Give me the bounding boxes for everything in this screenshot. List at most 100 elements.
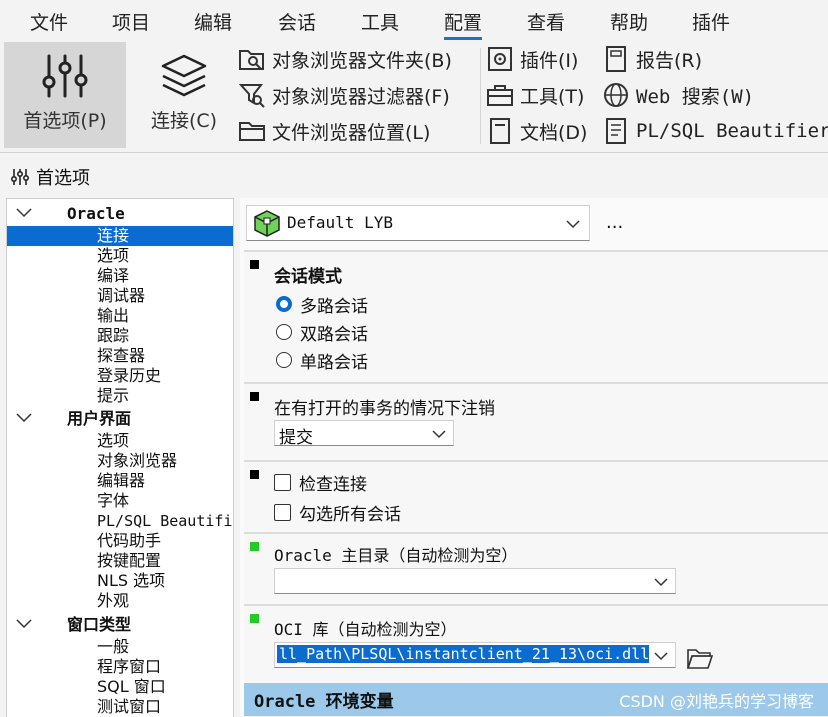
preferences-button[interactable]: 首选项(P): [4, 42, 126, 148]
tree-item-label: 输出: [97, 306, 130, 325]
tree-item[interactable]: 登录历史: [7, 366, 233, 386]
radio-multi-session[interactable]: 多路会话: [276, 292, 368, 317]
filter-search-icon: [238, 81, 266, 109]
tree-group-oracle[interactable]: Oracle: [7, 204, 233, 224]
tools-button[interactable]: 工具(T): [486, 80, 584, 110]
folder-search-icon: [238, 45, 266, 73]
oracle-home-select[interactable]: [274, 568, 676, 594]
layers-icon: [161, 54, 207, 97]
menu-help[interactable]: 帮助: [610, 8, 648, 35]
folder-open-icon[interactable]: [686, 646, 714, 670]
connection-profile-select[interactable]: Default LYB: [246, 205, 590, 241]
connect-label: 连接(C): [150, 110, 218, 132]
documents-button[interactable]: 文档(D): [486, 116, 587, 146]
tree-item[interactable]: 代码助手: [7, 531, 233, 551]
tree-group-window-types[interactable]: 窗口类型: [7, 615, 233, 635]
gear-icon: [486, 45, 514, 73]
radio-label: 单路会话: [300, 352, 368, 373]
check-connection-checkbox[interactable]: 检查连接: [274, 470, 367, 495]
tree-item[interactable]: 提示: [7, 386, 233, 406]
tree-item-label: 测试窗口: [97, 697, 162, 716]
status-marker: [250, 614, 259, 623]
radio-indicator: [276, 296, 292, 312]
tree-item[interactable]: 选项: [7, 246, 233, 266]
tree-item[interactable]: 跟踪: [7, 326, 233, 346]
file-browser-locations-label: 文件浏览器位置(L): [272, 121, 431, 144]
radio-single-session[interactable]: 单路会话: [276, 348, 368, 373]
report-icon: [602, 45, 630, 73]
menu-file[interactable]: 文件: [30, 8, 68, 35]
reports-button[interactable]: 报告(R): [602, 44, 702, 74]
tree-item[interactable]: NLS 选项: [7, 571, 233, 591]
connect-button[interactable]: 连接(C): [134, 42, 234, 148]
menu-project[interactable]: 项目: [112, 8, 150, 35]
menu-tools[interactable]: 工具: [361, 8, 399, 35]
tree-item[interactable]: 测试窗口: [7, 697, 233, 717]
tree-item-label: 编辑器: [97, 471, 146, 490]
tree-item-connection[interactable]: 连接: [7, 226, 233, 246]
menu-view[interactable]: 查看: [527, 8, 565, 35]
check-all-sessions-checkbox[interactable]: 勾选所有会话: [274, 500, 401, 525]
tree-group-label: Oracle: [67, 204, 125, 223]
tree-item[interactable]: 按键配置: [7, 551, 233, 571]
beautifier-button[interactable]: PL/SQL Beautifier: [602, 116, 828, 146]
sliders-icon: [42, 54, 88, 98]
session-mode-title: 会话模式: [274, 267, 342, 287]
tree-item[interactable]: 一般: [7, 637, 233, 657]
tree-item[interactable]: 编译: [7, 266, 233, 286]
tree-item[interactable]: SQL 窗口: [7, 677, 233, 697]
tree-item[interactable]: 输出: [7, 306, 233, 326]
reports-label: 报告(R): [636, 49, 703, 72]
checkbox-label: 勾选所有会话: [299, 504, 401, 525]
tree-item-label: NLS 选项: [97, 571, 166, 590]
tree-item-label: 对象浏览器: [97, 451, 178, 470]
tree-item-label: 跟踪: [97, 326, 130, 345]
tree-item-label: SQL 窗口: [97, 677, 166, 696]
tree-item[interactable]: 字体: [7, 491, 233, 511]
tree-item[interactable]: PL/SQL Beautifi: [7, 511, 233, 531]
connection-check-section: 检查连接 勾选所有会话: [244, 460, 828, 532]
plugins-label: 插件(I): [520, 49, 579, 72]
menu-edit[interactable]: 编辑: [194, 8, 232, 35]
tree-item[interactable]: 探查器: [7, 346, 233, 366]
profile-more-button[interactable]: ...: [606, 212, 623, 233]
tree-item-label: 选项: [97, 431, 130, 450]
tree-item[interactable]: 对象浏览器: [7, 451, 233, 471]
menu-configure[interactable]: 配置: [444, 8, 483, 40]
tree-item[interactable]: 调试器: [7, 286, 233, 306]
plugins-button[interactable]: 插件(I): [486, 44, 578, 74]
tree-item-label: PL/SQL Beautifi: [97, 512, 233, 530]
menu-plugins[interactable]: 插件: [692, 8, 730, 35]
globe-icon: [602, 81, 630, 109]
chevron-down-icon: [16, 208, 32, 218]
oci-library-select[interactable]: ll_Path\PLSQL\instantclient_21_13\oci.dl…: [274, 642, 676, 668]
radio-indicator: [276, 324, 292, 340]
object-browser-folders-label: 对象浏览器文件夹(B): [272, 49, 452, 72]
tree-item[interactable]: 外观: [7, 591, 233, 611]
tree-group-user-interface[interactable]: 用户界面: [7, 409, 233, 429]
status-marker: [250, 470, 259, 479]
tree-item[interactable]: 程序窗口: [7, 657, 233, 677]
logoff-action-select[interactable]: 提交: [274, 420, 454, 448]
tree-group-label: 用户界面: [67, 409, 132, 428]
env-vars-title: Oracle 环境变量: [254, 692, 394, 712]
object-browser-folders-button[interactable]: 对象浏览器文件夹(B): [238, 44, 452, 74]
tree-item[interactable]: 编辑器: [7, 471, 233, 491]
object-browser-filters-button[interactable]: 对象浏览器过滤器(F): [238, 80, 450, 110]
tree-item-label: 调试器: [97, 286, 146, 305]
radio-dual-session[interactable]: 双路会话: [276, 320, 368, 345]
tools-label: 工具(T): [520, 85, 585, 108]
web-search-button[interactable]: Web 搜索(W): [602, 80, 754, 110]
menu-session[interactable]: 会话: [278, 8, 316, 35]
tree-item[interactable]: 选项: [7, 431, 233, 451]
radio-label: 多路会话: [300, 296, 368, 317]
chevron-down-icon: [16, 413, 32, 423]
tree-item-label: 探查器: [97, 346, 146, 365]
file-browser-locations-button[interactable]: 文件浏览器位置(L): [238, 116, 430, 146]
tree-item-label: 连接: [97, 226, 130, 245]
tree-group-label: 窗口类型: [67, 615, 132, 634]
chevron-down-icon: [566, 220, 580, 229]
tree-item-label: 代码助手: [97, 531, 162, 550]
preferences-tree[interactable]: Oracle 连接 选项 编译 调试器 输出 跟踪 探查器 登录历史 提示 用户…: [6, 198, 234, 717]
chevron-down-icon: [654, 652, 668, 661]
